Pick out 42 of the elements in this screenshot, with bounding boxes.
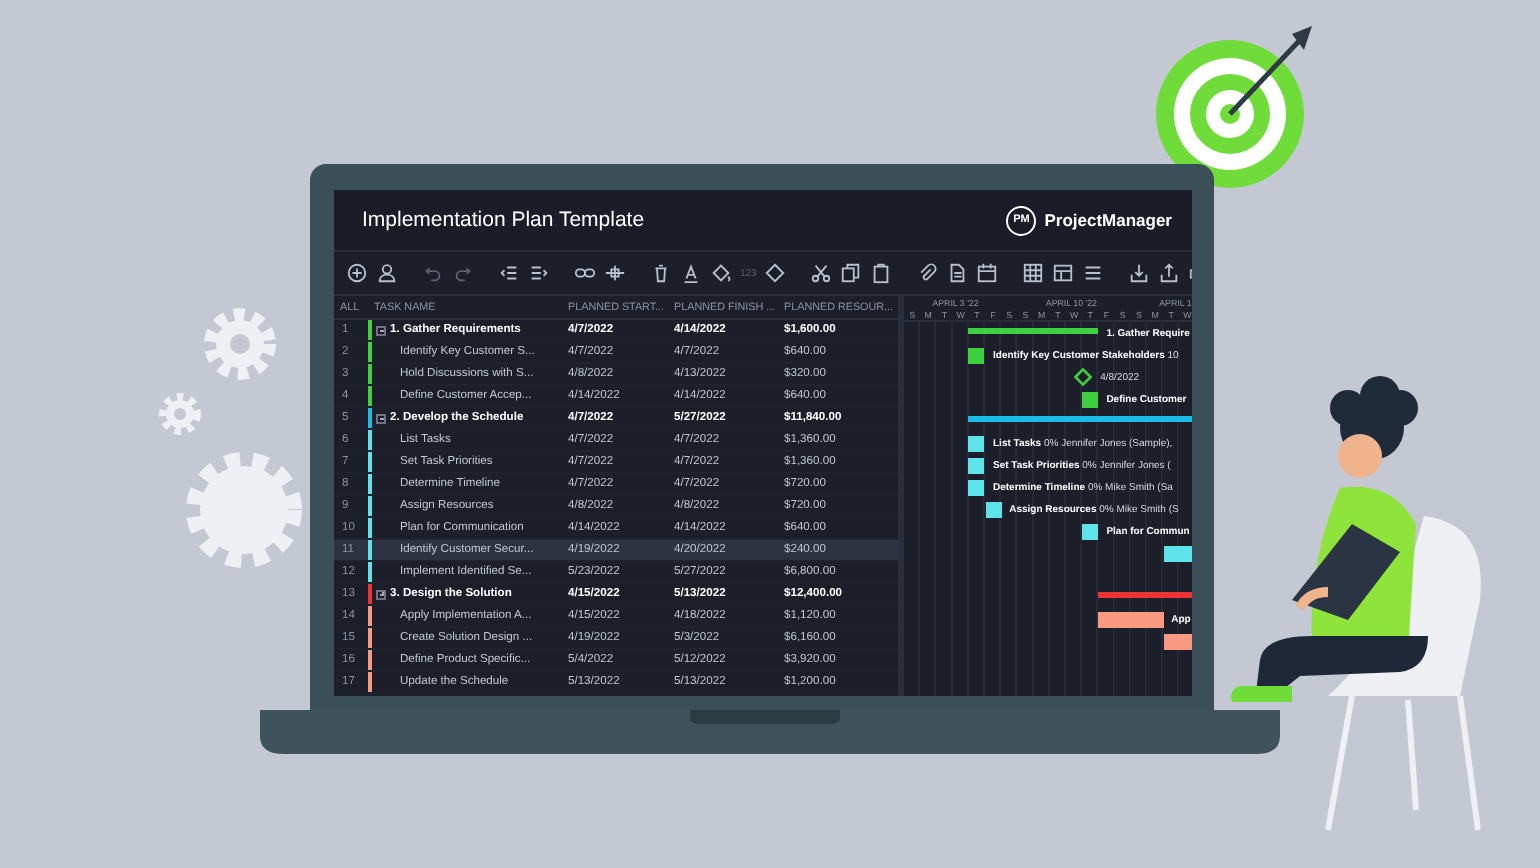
task-bar[interactable] [968, 435, 985, 451]
add-icon[interactable] [346, 262, 368, 284]
export-icon[interactable] [1158, 262, 1181, 284]
redo-icon[interactable] [452, 262, 474, 284]
task-bar[interactable] [968, 479, 985, 495]
task-bar[interactable] [1082, 523, 1099, 539]
grid-icon[interactable] [1022, 262, 1045, 284]
task-bar[interactable] [1098, 611, 1164, 627]
expand-icon[interactable] [376, 589, 386, 599]
task-bar[interactable] [1163, 633, 1192, 649]
task-bar[interactable] [1163, 545, 1192, 561]
diamond-icon[interactable] [764, 262, 787, 284]
undo-icon[interactable] [422, 262, 444, 284]
task-bar[interactable] [968, 347, 985, 363]
document-icon[interactable] [946, 262, 969, 284]
gear-drawing [159, 393, 201, 435]
task-bar[interactable] [985, 501, 1002, 517]
split-icon[interactable] [604, 262, 626, 284]
collapse-icon[interactable] [376, 413, 386, 423]
collapse-icon[interactable] [376, 325, 386, 335]
text-color-icon[interactable] [680, 262, 702, 284]
user-icon[interactable] [376, 262, 398, 284]
paint-bucket-icon[interactable] [710, 262, 732, 284]
task-bar[interactable] [968, 457, 985, 473]
window-title: Implementation Plan Template [362, 208, 645, 232]
scissors-icon[interactable] [810, 262, 833, 284]
milestone-diamond[interactable] [1073, 368, 1092, 386]
outdent-icon[interactable] [498, 262, 520, 284]
gear-drawing [204, 308, 276, 380]
task-bar[interactable] [1082, 391, 1099, 407]
calendar-icon[interactable] [976, 262, 999, 284]
table-icon[interactable] [1052, 262, 1075, 284]
copy-icon[interactable] [840, 262, 863, 284]
trash-icon[interactable] [650, 262, 672, 284]
gear-drawing [186, 452, 302, 568]
clipboard-icon[interactable] [870, 262, 893, 284]
link-icon[interactable] [574, 262, 596, 284]
import-icon[interactable] [1128, 262, 1151, 284]
indent-icon[interactable] [528, 262, 550, 284]
list-icon[interactable] [1082, 262, 1105, 284]
brand-name: ProjectManager [1044, 210, 1172, 230]
paperclip-icon[interactable] [916, 262, 939, 284]
